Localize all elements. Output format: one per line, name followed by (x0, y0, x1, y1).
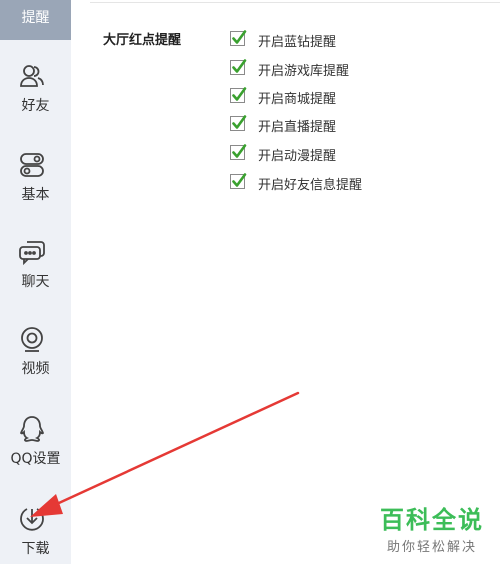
sidebar-item-reminder[interactable]: 提醒 (0, 0, 71, 40)
annotation-arrow (30, 391, 300, 517)
chat-icon (18, 238, 46, 266)
option-label: 开启直播提醒 (258, 120, 337, 135)
sidebar-item-video[interactable]: 视频 (0, 325, 71, 407)
checkbox[interactable] (230, 59, 247, 75)
sidebar-item-label: 视频 (21, 361, 50, 377)
watermark-title: 百科全说 (380, 506, 484, 534)
sidebar-item-label: 好友 (21, 98, 50, 114)
option-label: 开启游戏库提醒 (258, 64, 350, 79)
sidebar-item-chat[interactable]: 聊天 (0, 238, 71, 320)
sidebar-item-label: 下载 (21, 541, 50, 557)
checkmark-icon (232, 87, 247, 101)
checkmark-icon (232, 59, 247, 73)
checkbox[interactable] (230, 87, 247, 103)
checkbox[interactable] (230, 173, 247, 189)
option-label: 开启商城提醒 (258, 92, 337, 107)
sidebar-item-qq-settings[interactable]: QQ设置 (0, 415, 71, 497)
checkbox[interactable] (230, 144, 247, 160)
checkmark-icon (232, 30, 247, 44)
camera-icon (18, 325, 46, 353)
checkmark-icon (232, 173, 247, 187)
header-divider (90, 2, 500, 3)
toggle-icon (18, 151, 46, 179)
sidebar-item-download[interactable]: 下载 (0, 505, 71, 587)
friends-icon (18, 62, 46, 90)
checkbox[interactable] (230, 30, 247, 46)
watermark-subtitle: 助你轻松解决 (386, 540, 477, 555)
option-label: 开启好友信息提醒 (258, 178, 363, 193)
download-icon (18, 505, 46, 533)
option-label: 开启动漫提醒 (258, 149, 337, 164)
checkmark-icon (232, 144, 247, 158)
watermark-logo: 百科全说 助你轻松解决 (376, 506, 488, 555)
checkbox[interactable] (230, 115, 247, 131)
qq-penguin-icon (18, 415, 46, 443)
section-title: 大厅红点提醒 (103, 33, 182, 48)
sidebar-item-label: 基本 (21, 187, 50, 203)
sidebar-item-label: 聊天 (21, 274, 50, 290)
sidebar-item-friends[interactable]: 好友 (0, 62, 71, 144)
settings-sidebar: 提醒 好友 基本 聊天 视频 QQ设置 下载 (0, 0, 71, 564)
sidebar-item-basic[interactable]: 基本 (0, 151, 71, 233)
checkmark-icon (232, 115, 247, 129)
option-label: 开启蓝钻提醒 (258, 35, 337, 50)
sidebar-item-label: QQ设置 (10, 451, 61, 467)
